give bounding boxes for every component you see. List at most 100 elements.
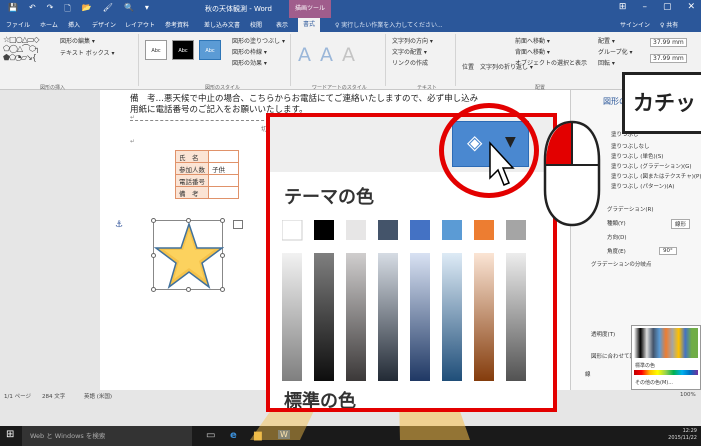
theme-colors-heading: テーマの色 bbox=[284, 187, 374, 208]
signin-link[interactable]: サインイン bbox=[620, 20, 650, 29]
layout-options-icon[interactable] bbox=[233, 220, 243, 229]
wordart-style-2[interactable]: A bbox=[320, 44, 333, 66]
align-button[interactable]: 配置 ▾ bbox=[598, 36, 615, 45]
open-icon[interactable]: 📂 bbox=[82, 3, 92, 17]
format-painter-icon[interactable]: 🖌 bbox=[103, 3, 113, 17]
create-link-button[interactable]: リンクの作成 bbox=[392, 58, 428, 67]
table-cell: 備 考 bbox=[175, 186, 209, 199]
save-icon[interactable]: 💾 bbox=[8, 3, 18, 17]
pane-no-fill[interactable]: 塗りつぶしなし bbox=[611, 142, 650, 150]
tab-insert[interactable]: 挿入 bbox=[68, 20, 80, 29]
tab-mailings[interactable]: 差し込み文書 bbox=[204, 20, 240, 29]
preview-icon[interactable]: 🔍 bbox=[124, 3, 134, 17]
word-count: 284 文字 bbox=[42, 394, 66, 400]
maximize-button[interactable]: ▢ bbox=[663, 2, 672, 12]
more-colors-link[interactable]: その他の色(M)... bbox=[635, 379, 673, 386]
tab-home[interactable]: ホーム bbox=[40, 20, 58, 29]
group-button[interactable]: グループ化 ▾ bbox=[598, 47, 633, 56]
angle-input[interactable]: 90° bbox=[659, 247, 677, 255]
shapes-gallery[interactable]: ☆□○△▭◇ ⬠◯△⌒⬡┐ ⬟⬠◔▱↘{ bbox=[3, 35, 58, 69]
ribbon: ☆□○△▭◇ ⬠◯△⌒⬡┐ ⬟⬠◔▱↘{ 図形の編集 ▾ テキスト ボックス ▾ 図… bbox=[0, 32, 701, 91]
ribbon-tabs: ファイル ホーム 挿入 デザイン レイアウト 参考資料 差し込み文書 校閲 表示… bbox=[0, 18, 701, 32]
tab-format[interactable]: 書式 bbox=[298, 18, 321, 32]
click-callout: カチッ bbox=[622, 72, 701, 134]
pane-pattern-fill[interactable]: 塗りつぶし (パターン)(A) bbox=[611, 182, 674, 190]
tab-design[interactable]: デザイン bbox=[92, 20, 116, 29]
text-box-button[interactable]: テキスト ボックス ▾ bbox=[60, 48, 114, 57]
resize-handle[interactable] bbox=[186, 218, 191, 223]
tab-review[interactable]: 校閲 bbox=[250, 20, 262, 29]
task-view-icon[interactable]: ▭ bbox=[206, 430, 215, 441]
redo-icon[interactable]: ↷ bbox=[47, 3, 54, 17]
shape-fill-button[interactable]: 図形の塗りつぶし ▾ bbox=[232, 36, 285, 45]
table-cell[interactable] bbox=[208, 174, 239, 187]
title-bar: 💾 ↶ ↷ 🗋 📂 🖌 🔍 ▾ 秋の天体観測 - Word 描画ツール ⊞ – … bbox=[0, 0, 701, 18]
tab-view[interactable]: 表示 bbox=[276, 20, 288, 29]
pane-stops-label: グラデーションの分岐点 bbox=[591, 262, 652, 268]
resize-handle[interactable] bbox=[186, 287, 191, 292]
tab-file[interactable]: ファイル bbox=[6, 20, 30, 29]
table-cell[interactable] bbox=[208, 150, 239, 163]
table-cell[interactable] bbox=[208, 186, 239, 199]
wordart-style-1[interactable]: A bbox=[298, 44, 311, 66]
undo-icon[interactable]: ↶ bbox=[29, 3, 36, 17]
style-sample-black[interactable]: Abc bbox=[172, 40, 194, 60]
bring-forward-button[interactable]: 前面へ移動 ▾ bbox=[515, 36, 550, 45]
clock[interactable]: 12:29 2015/11/22 bbox=[668, 428, 697, 442]
minimize-button[interactable]: – bbox=[642, 2, 647, 12]
table-cell: 参加人数 bbox=[175, 162, 209, 175]
group-divider bbox=[290, 34, 291, 86]
theme-swatches-mini[interactable] bbox=[634, 328, 698, 358]
resize-handle[interactable] bbox=[220, 253, 225, 258]
pane-gradient-fill[interactable]: 塗りつぶし (グラデーション)(G) bbox=[611, 162, 692, 170]
contextual-tab-label: 描画ツール bbox=[289, 0, 331, 18]
style-sample-blue[interactable]: Abc bbox=[199, 40, 221, 60]
start-icon[interactable]: ⊞ bbox=[6, 429, 14, 440]
taskbar-search[interactable]: Web と Windows を検索 bbox=[22, 426, 192, 446]
send-backward-button[interactable]: 背面へ移動 ▾ bbox=[515, 47, 550, 56]
tab-layout[interactable]: レイアウト bbox=[125, 20, 155, 29]
position-button[interactable]: 位置 bbox=[462, 62, 474, 71]
style-sample-white[interactable]: Abc bbox=[145, 40, 167, 60]
pane-picture-fill[interactable]: 塗りつぶし (図またはテクスチャ)(P) bbox=[611, 172, 701, 180]
resize-handle[interactable] bbox=[151, 253, 156, 258]
shape-outline-button[interactable]: 図形の枠線 ▾ bbox=[232, 47, 267, 56]
text-direction-button[interactable]: 文字列の方向 ▾ bbox=[392, 36, 433, 45]
align-text-button[interactable]: 文字の配置 ▾ bbox=[392, 47, 427, 56]
resize-handle[interactable] bbox=[220, 287, 225, 292]
tab-references[interactable]: 参考資料 bbox=[165, 20, 189, 29]
group-divider bbox=[385, 34, 386, 86]
close-button[interactable]: ✕ bbox=[687, 2, 695, 12]
ribbon-display-button[interactable]: ⊞ bbox=[619, 2, 627, 12]
rotate-button[interactable]: 回転 ▾ bbox=[598, 58, 615, 67]
selection-pane-button[interactable]: オブジェクトの選択と表示 bbox=[515, 58, 587, 67]
new-icon[interactable]: 🗋 bbox=[64, 3, 70, 17]
edge-icon[interactable]: e bbox=[230, 430, 237, 441]
resize-handle[interactable] bbox=[220, 218, 225, 223]
line-section[interactable]: 線 bbox=[585, 370, 591, 378]
table-cell[interactable]: 子供 bbox=[208, 162, 239, 175]
table-row: 備 考 bbox=[175, 186, 239, 199]
wordart-style-3[interactable]: A bbox=[342, 44, 355, 66]
standard-colors-heading: 標準の色 bbox=[284, 391, 356, 412]
edit-shape-button[interactable]: 図形の編集 ▾ bbox=[60, 36, 95, 45]
customize-icon[interactable]: ▾ bbox=[145, 3, 149, 17]
resize-handle[interactable] bbox=[151, 218, 156, 223]
theme-color-grid[interactable] bbox=[282, 220, 552, 390]
explorer-icon[interactable]: ▆ bbox=[254, 430, 262, 441]
pane-solid-fill[interactable]: 塗りつぶし (単色)(S) bbox=[611, 152, 663, 160]
resize-handle[interactable] bbox=[151, 287, 156, 292]
share-button[interactable]: ♀ 共有 bbox=[660, 20, 678, 29]
tell-me-box[interactable]: ♀ 実行したい作業を入力してください... bbox=[335, 20, 443, 29]
zoom-level[interactable]: 100% bbox=[680, 392, 696, 398]
pane-direction-label: 方向(D) bbox=[607, 235, 627, 241]
std-swatches-mini[interactable] bbox=[634, 370, 698, 375]
shape-width-input[interactable]: 37.99 mm bbox=[650, 54, 687, 63]
selected-star-shape[interactable] bbox=[151, 218, 225, 292]
shape-effects-button[interactable]: 図形の効果 ▾ bbox=[232, 58, 267, 67]
gradient-type-select[interactable]: 線形 bbox=[671, 219, 691, 229]
table-row: 氏 名 bbox=[175, 150, 239, 163]
language-status[interactable]: 英語 (米国) bbox=[84, 392, 112, 400]
shape-height-input[interactable]: 37.99 mm bbox=[650, 38, 687, 47]
word-taskbar-icon[interactable]: W bbox=[278, 430, 290, 439]
